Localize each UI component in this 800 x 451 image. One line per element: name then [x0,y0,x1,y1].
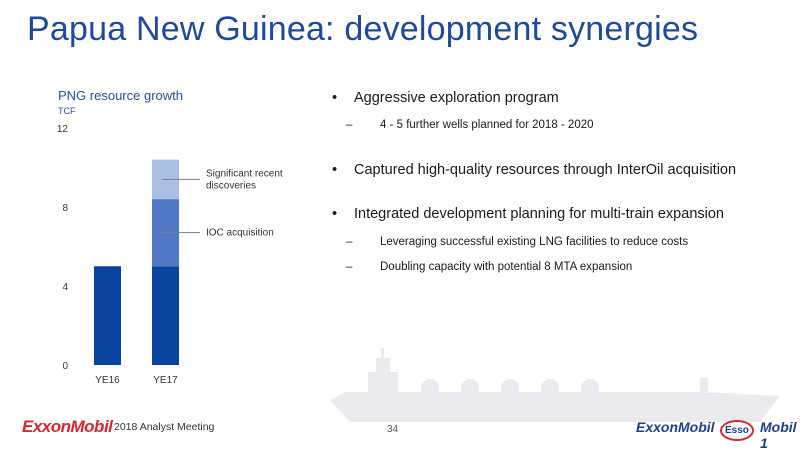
y-tick-label: 4 [62,282,68,293]
resource-growth-chart: 0 4 8 12 YE16 YE17 Significant recentdiscove… [57,124,780,422]
x-tick-label: YE16 [95,375,120,386]
bullet-dot: • [332,90,338,106]
bullet-text: Aggressive exploration program [354,90,559,106]
exxon-brand-logo: Exxon [636,419,679,435]
sub-bullet-dash: – [346,119,353,131]
bar-ye16-segment-0 [94,266,121,365]
sub-bullet-dash: – [346,236,353,248]
y-tick-label: 12 [57,124,69,135]
page-number: 34 [387,424,399,435]
y-tick-label: 0 [62,361,68,372]
annotation-label: discoveries [206,180,256,191]
y-tick-label: 8 [62,203,68,214]
ship-watermark-icon [330,348,780,422]
bullet-text: Integrated development planning for mult… [354,206,724,222]
annotation-label: IOC acquisition [206,228,274,239]
esso-brand-logo: Esso [720,420,754,441]
x-tick-label: YE17 [153,375,178,386]
mobil1-brand-logo: Mobil 1 [760,419,797,451]
exxonmobil-logo: ExxonMobil [22,417,113,436]
sub-bullet-text: Leveraging successful existing LNG facil… [380,236,689,248]
sub-bullet-dash: – [346,261,353,273]
mobil-brand-logo: Mobil [678,419,715,435]
bullet-text: Captured high-quality resources through … [354,162,737,178]
bullet-dot: • [332,206,338,222]
annotation-label: Significant recent [206,168,283,179]
bullet-dot: • [332,162,338,178]
footer-meeting-label: 2018 Analyst Meeting [114,421,215,433]
bar-ye17-segment-0 [152,266,179,365]
sub-bullet-text: 4 - 5 further wells planned for 2018 - 2… [380,119,594,131]
sub-bullet-text: Doubling capacity with potential 8 MTA e… [380,261,633,273]
